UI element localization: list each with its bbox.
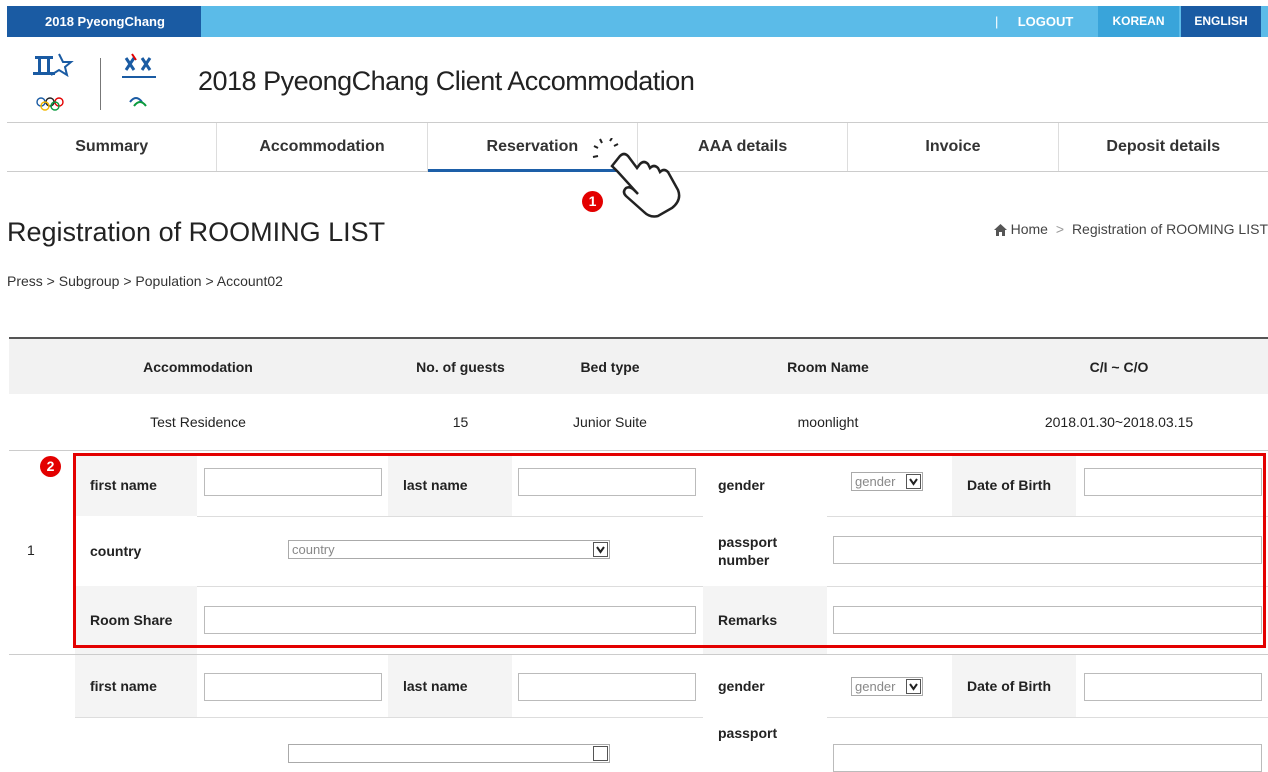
olympic-logo (33, 53, 74, 111)
logos (25, 50, 180, 120)
site-title: 2018 PyeongChang Client Accommodation (198, 66, 695, 96)
tab-deposit-details[interactable]: Deposit details (1059, 123, 1268, 171)
topbar-separator: | (995, 14, 999, 29)
breadcrumb-separator: > (1055, 221, 1065, 237)
guest-row-country: passport (75, 717, 1268, 772)
tab-summary[interactable]: Summary (7, 123, 218, 171)
country-select[interactable] (288, 744, 610, 763)
first-name-label: first name (75, 655, 197, 717)
breadcrumb-current: Registration of ROOMING LIST (1071, 221, 1268, 237)
cell-guests: 15 (387, 394, 534, 451)
guest-number: 1 (27, 542, 35, 558)
home-icon (993, 224, 1007, 237)
header-guests: No. of guests (387, 337, 534, 394)
account-path: Press > Subgroup > Population > Account0… (7, 273, 283, 289)
cell-bed-type: Junior Suite (534, 394, 686, 451)
top-bar: 2018 PyeongChang | LOGOUT KOREAN ENGLISH (0, 0, 1268, 38)
cell-checkin-checkout: 2018.01.30~2018.03.15 (970, 394, 1268, 451)
gender-select[interactable]: gender (851, 677, 923, 696)
breadcrumb: Home > Registration of ROOMING LIST (993, 221, 1268, 237)
paralympic-logo (122, 53, 156, 107)
gender-select-text: gender (855, 679, 896, 694)
chevron-down-icon (906, 679, 921, 694)
chevron-down-icon (593, 746, 608, 761)
dob-input[interactable] (1084, 673, 1262, 701)
page-title: Registration of ROOMING LIST (7, 217, 386, 247)
gender-label: gender (703, 655, 827, 717)
header-bed-type: Bed type (534, 337, 686, 394)
last-name-input[interactable] (518, 673, 696, 701)
brand-label: 2018 PyeongChang (7, 6, 201, 37)
header-checkin-checkout: C/I ~ C/O (970, 337, 1268, 394)
passport-label: passport (703, 717, 827, 757)
header-accommodation: Accommodation (9, 337, 387, 394)
tab-accommodation[interactable]: Accommodation (217, 123, 428, 171)
pointer-hand-icon (592, 138, 681, 218)
accommodation-summary-table: Accommodation No. of guests Bed type Roo… (9, 337, 1268, 451)
header-room-name: Room Name (686, 337, 970, 394)
logout-link[interactable]: LOGOUT (1003, 6, 1088, 37)
first-name-input[interactable] (204, 673, 382, 701)
dob-label: Date of Birth (952, 655, 1076, 717)
breadcrumb-home[interactable]: Home (1011, 221, 1048, 237)
guest-row-names: first name last name gender gender Date … (75, 655, 1268, 718)
korean-language-button[interactable]: KOREAN (1098, 6, 1179, 37)
cell-accommodation: Test Residence (9, 394, 387, 451)
step-2-badge: 2 (40, 456, 61, 477)
guest-entry: first name last name gender gender Date … (9, 655, 1268, 772)
step-1-badge: 1 (582, 191, 603, 212)
cell-room-name: moonlight (686, 394, 970, 451)
logo-divider (100, 58, 101, 110)
highlight-box (73, 453, 1266, 648)
table-row: Test Residence 15 Junior Suite moonlight… (9, 394, 1268, 451)
tab-invoice[interactable]: Invoice (848, 123, 1059, 171)
passport-number-input[interactable] (833, 744, 1262, 772)
table-header-row: Accommodation No. of guests Bed type Roo… (9, 337, 1268, 394)
last-name-label: last name (388, 655, 512, 717)
english-language-button[interactable]: ENGLISH (1181, 6, 1261, 37)
